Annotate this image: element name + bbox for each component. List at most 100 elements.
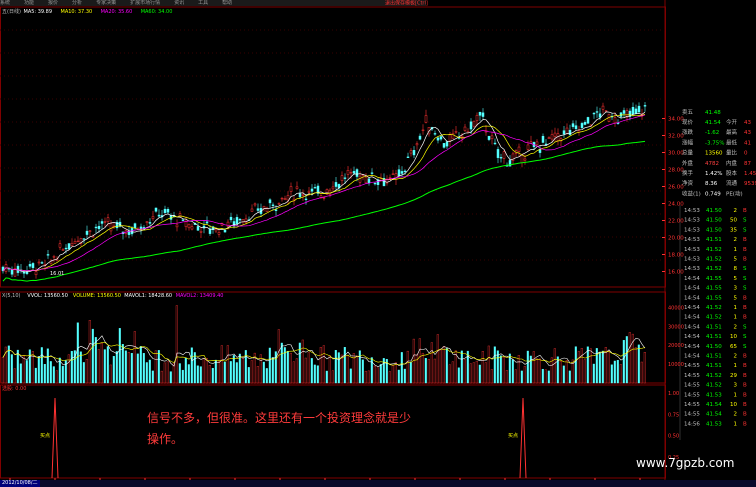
volume-bar	[241, 357, 244, 384]
candle-body	[523, 158, 527, 161]
tick-price: 41.53	[706, 392, 722, 398]
volume-bar	[139, 346, 142, 384]
volume-bar	[301, 339, 304, 384]
volume-bar	[100, 342, 103, 384]
quote-key-2: 最低	[726, 138, 738, 146]
volume-bar	[388, 371, 391, 384]
candle-body	[250, 208, 254, 212]
volume-bar	[232, 355, 235, 384]
tick-price: 41.55	[706, 286, 722, 292]
volume-bar	[205, 358, 208, 384]
volume-bar	[628, 332, 631, 384]
volume-bar	[148, 359, 151, 384]
candle-body	[496, 149, 500, 158]
tick-price: 41.52	[706, 315, 722, 321]
volume-bar	[307, 352, 310, 384]
volume-bar	[19, 363, 22, 384]
candle-body	[253, 203, 257, 206]
signal-header: 选股: 0.00	[2, 385, 26, 392]
volume-bar	[7, 345, 10, 384]
tick-volume: 2	[734, 237, 738, 243]
vvol-label: VVOL: 13560.50	[27, 293, 68, 299]
volume-bar	[322, 345, 325, 384]
volume-bar	[97, 349, 100, 384]
price-axis-label: 22.00	[668, 219, 684, 225]
volume-bar	[187, 364, 190, 384]
tick-side: B	[743, 383, 747, 389]
volume-bar	[25, 360, 28, 384]
tick-price: 41.51	[706, 237, 722, 243]
volume-bar	[475, 360, 478, 384]
candle-body	[28, 264, 32, 267]
quote-value: -1.62	[705, 130, 719, 136]
candle-body	[67, 243, 71, 250]
tick-volume: 5	[734, 276, 738, 282]
volume-bar	[46, 348, 49, 384]
tick-volume: 5	[734, 257, 738, 263]
tick-volume: 10	[730, 334, 737, 340]
candle-body	[181, 219, 185, 221]
volume-bar	[643, 352, 646, 384]
candle-body	[190, 226, 194, 230]
tick-price: 41.50	[706, 344, 722, 350]
volume-bar	[472, 362, 475, 384]
candle-body	[148, 222, 152, 224]
candle-body	[61, 249, 65, 251]
volume-bar	[199, 366, 202, 384]
tick-side: B	[743, 305, 747, 311]
ma10-label: MA10: 37.30	[61, 9, 93, 15]
volume-bar	[592, 363, 595, 384]
volume-bar	[481, 351, 484, 384]
volume-bar	[61, 365, 64, 384]
tick-time: 14:56	[684, 421, 700, 427]
volume-bar	[91, 328, 94, 384]
volume-bar	[214, 359, 217, 384]
volume-bar	[334, 350, 337, 384]
volume-bar	[193, 352, 196, 384]
volume-bar	[454, 350, 457, 384]
volume-bar	[145, 362, 148, 384]
volume-bar	[613, 360, 616, 384]
volume-bar	[580, 348, 583, 384]
volume-bar	[67, 354, 70, 384]
candle-body	[352, 171, 356, 174]
volume-axis-label: 40000	[668, 305, 684, 311]
volume-bar	[175, 305, 178, 384]
tick-volume: 8	[734, 266, 738, 272]
candle-body	[634, 108, 638, 115]
volume-bar	[211, 367, 214, 384]
candle-body	[109, 223, 113, 232]
volume-bar	[115, 351, 118, 384]
candle-body	[346, 170, 350, 175]
volume-bar	[202, 358, 205, 384]
volume-bar	[430, 342, 433, 384]
candle-body	[157, 214, 161, 217]
candle-body	[406, 156, 410, 158]
quote-value: 41.54	[705, 120, 721, 126]
volume-bar	[250, 360, 253, 384]
quote-key: 卖五	[682, 109, 694, 116]
signal-axis-label: 0.75	[668, 412, 679, 418]
quote-key: 总量	[682, 149, 694, 157]
volume-bar	[106, 346, 109, 384]
candle-body	[97, 226, 101, 230]
candle-body	[520, 154, 524, 164]
tick-volume: 2	[734, 324, 738, 330]
volume-bar	[445, 348, 448, 384]
volume-bar	[553, 348, 556, 384]
candle-body	[304, 198, 308, 200]
tick-time: 14:53	[684, 208, 700, 214]
volume-bar	[82, 362, 85, 384]
candle-body	[256, 208, 260, 211]
tick-side: B	[743, 315, 747, 321]
volume-bar	[55, 370, 58, 384]
candle-body	[64, 247, 68, 250]
volume-bar	[190, 347, 193, 384]
tick-time: 14:53	[684, 247, 700, 253]
volume-bar	[103, 349, 106, 384]
quote-key-2: 股本	[726, 169, 738, 177]
candle-body	[598, 113, 602, 118]
volume-bar	[28, 349, 31, 384]
tick-side: S	[743, 276, 747, 282]
tick-price: 41.54	[706, 402, 722, 408]
